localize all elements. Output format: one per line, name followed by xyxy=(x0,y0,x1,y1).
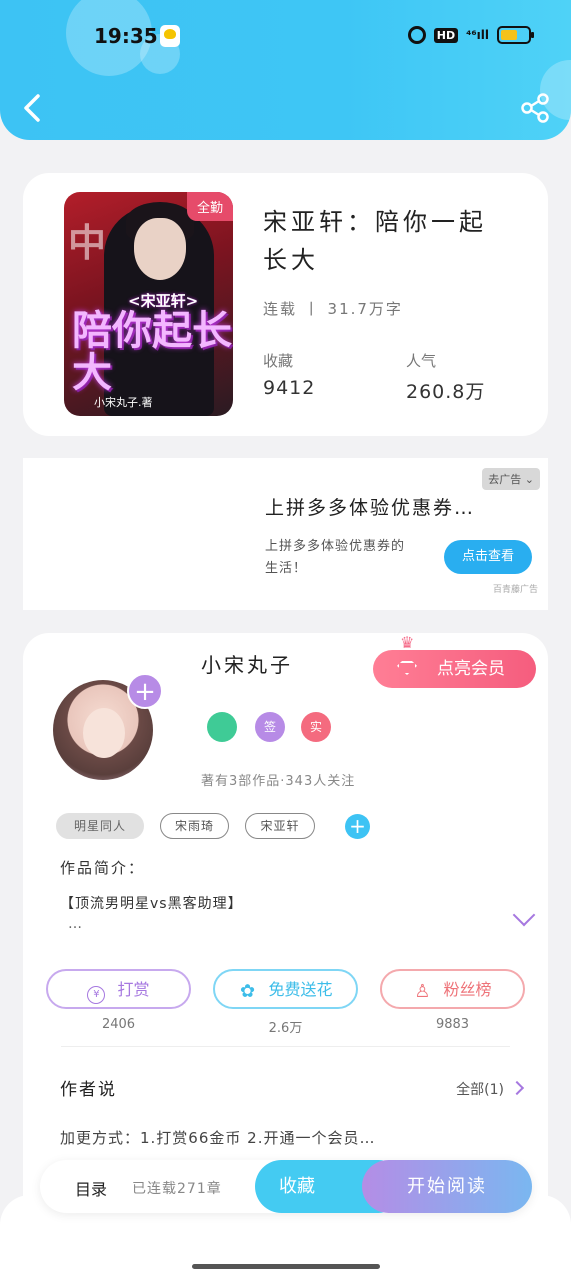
flower-icon: ✿ xyxy=(239,981,256,1002)
serial-chapter-count[interactable]: 已连载271章 xyxy=(132,1178,222,1198)
divider xyxy=(61,1046,510,1047)
back-button[interactable] xyxy=(18,90,48,126)
bottom-action-bar: 目录 已连载271章 收藏 开始阅读 xyxy=(40,1160,532,1213)
author-card: + 小宋丸子 ♛ 点亮会员 签 实 著有3部作品·343人关注 明星同人 宋雨琦… xyxy=(23,633,548,1233)
intro-text: 【顶流男明星vs黑客助理】 xyxy=(60,896,243,912)
ad-banner[interactable]: 去广告 ⌄ 上拼多多体验优惠券… 上拼多多体验优惠券的生活！ 点击查看 百青藤广… xyxy=(23,458,548,610)
share-icon xyxy=(521,93,549,123)
author-talk-all-link[interactable]: 全部(1) xyxy=(456,1079,504,1099)
home-indicator[interactable] xyxy=(192,1264,380,1269)
hd-icon: HD xyxy=(433,27,459,43)
badge-label: 签 xyxy=(263,720,276,734)
favorites-value: 9412 xyxy=(263,377,316,399)
fan-rank-button[interactable]: ♙ 粉丝榜 xyxy=(380,969,525,1009)
signed-badge-icon[interactable]: 签 xyxy=(255,712,285,742)
flower-count: 2.6万 xyxy=(268,1021,303,1036)
vip-button-label: 点亮会员 xyxy=(437,659,505,679)
fan-rank-label: 粉丝榜 xyxy=(443,980,492,999)
tag-item[interactable]: 宋亚轩 xyxy=(245,813,315,839)
cover-title: 陪你起长大 xyxy=(72,308,232,396)
avatar-face xyxy=(83,708,125,758)
start-reading-label: 开始阅读 xyxy=(407,1176,487,1197)
user-icon: ♙ xyxy=(414,981,431,1002)
tip-button[interactable]: ¥ 打赏 xyxy=(46,969,191,1009)
add-tag-button[interactable]: + xyxy=(345,814,370,839)
status-icons: HD ⁴⁶ıll xyxy=(407,26,534,44)
tag-item[interactable]: 明星同人 xyxy=(56,813,144,839)
popularity-value: 260.8万 xyxy=(406,381,486,403)
tag-item[interactable]: 宋雨琦 xyxy=(160,813,229,839)
remove-ad-button[interactable]: 去广告 ⌄ xyxy=(482,468,540,490)
book-status-words: 连载 丨 31.7万字 xyxy=(263,300,403,318)
vip-button[interactable]: 点亮会员 xyxy=(373,650,536,688)
share-button[interactable] xyxy=(519,92,551,124)
popularity-label: 人气 xyxy=(406,352,437,370)
author-talk-text[interactable]: 加更方式：1.打赏66金币 2.开通一个会员… xyxy=(60,1127,375,1148)
alarm-icon xyxy=(407,26,426,44)
cover-bg-text: 中 xyxy=(68,221,107,265)
follow-add-button[interactable]: + xyxy=(127,673,163,709)
author-info: 著有3部作品·343人关注 xyxy=(201,774,356,789)
fan-count: 9883 xyxy=(435,1017,470,1032)
ad-description: 上拼多多体验优惠券的生活！ xyxy=(265,539,406,576)
author-name[interactable]: 小宋丸子 xyxy=(201,649,293,678)
tip-label: 打赏 xyxy=(117,980,150,999)
book-info-card: 中 全勤 <宋亚轩> 陪你起长大 小宋丸子.著 宋亚轩：陪你一起长大 连载 丨 … xyxy=(23,173,548,436)
book-title: 宋亚轩：陪你一起长大 xyxy=(263,208,487,274)
add-favorite-label: 收藏 xyxy=(279,1176,315,1197)
intro-label: 作品简介： xyxy=(60,859,146,877)
intro-ellipsis: … xyxy=(68,916,82,932)
notification-app-icon xyxy=(160,25,180,47)
ad-title: 上拼多多体验优惠券… xyxy=(265,497,476,519)
badge-label: 实 xyxy=(309,720,322,734)
tip-count: 2406 xyxy=(101,1017,136,1032)
send-flower-label: 免费送花 xyxy=(268,980,333,999)
book-cover[interactable]: 中 全勤 <宋亚轩> 陪你起长大 小宋丸子.著 xyxy=(64,192,233,416)
expand-chevron-icon[interactable] xyxy=(512,903,536,927)
start-reading-button[interactable]: 开始阅读 xyxy=(362,1160,532,1213)
favorites-label: 收藏 xyxy=(263,352,294,370)
verified-badge-icon[interactable]: 实 xyxy=(301,712,331,742)
yuan-icon: ¥ xyxy=(87,986,106,1004)
signal-icon: ⁴⁶ıll xyxy=(466,28,489,42)
ad-source: 百青藤广告 xyxy=(492,585,538,595)
chevron-left-icon xyxy=(24,94,40,122)
cover-face xyxy=(134,218,186,280)
chevron-right-icon[interactable] xyxy=(509,1080,525,1096)
level-badge-icon[interactable] xyxy=(207,712,237,742)
author-talk-label: 作者说 xyxy=(60,1080,117,1100)
header: 19:35 HD ⁴⁶ıll xyxy=(0,0,571,140)
cover-author: 小宋丸子.著 xyxy=(94,396,153,409)
toc-button[interactable]: 目录 xyxy=(75,1176,107,1200)
send-flower-button[interactable]: ✿ 免费送花 xyxy=(213,969,358,1009)
ad-view-button[interactable]: 点击查看 xyxy=(444,540,532,574)
battery-icon xyxy=(497,26,534,44)
status-time: 19:35 xyxy=(94,24,158,48)
cover-badge: 全勤 xyxy=(186,192,233,221)
